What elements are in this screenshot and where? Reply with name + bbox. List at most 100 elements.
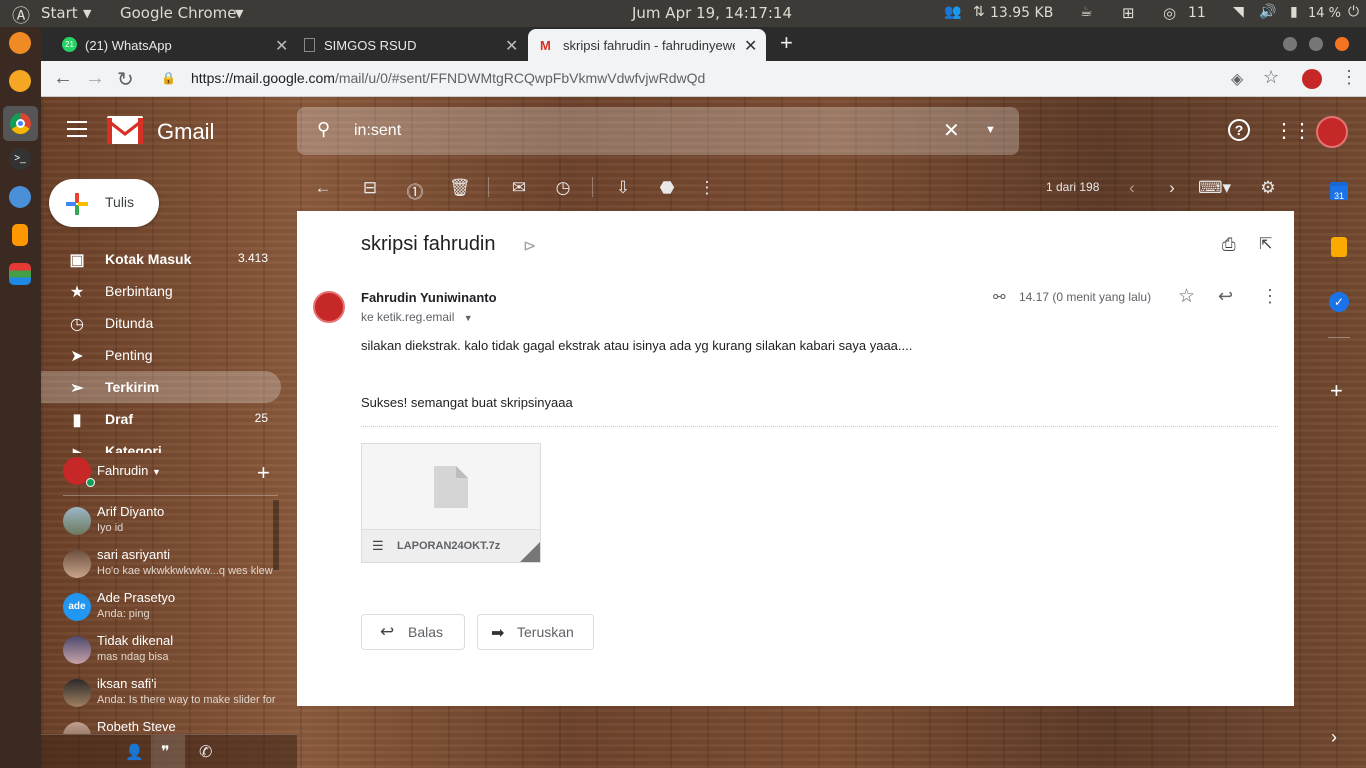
search-input[interactable]: in:sent: [354, 122, 401, 140]
tab-simgos[interactable]: SIMGOS RSUD ✕: [291, 29, 525, 61]
newer-icon[interactable]: ‹: [1122, 178, 1142, 197]
contact-item[interactable]: Robeth Steve: [63, 718, 278, 734]
clock-icon: ◷: [70, 316, 84, 333]
chevron-down-icon[interactable]: ▼: [152, 467, 161, 477]
print-icon[interactable]: ⎙: [1222, 235, 1236, 255]
back-to-list-icon[interactable]: ←: [313, 178, 333, 197]
forward-button[interactable]: ➡ Teruskan: [477, 614, 594, 650]
sidebar-item-categories[interactable]: ▸ Kategori: [41, 435, 281, 453]
contact-item[interactable]: sari asriyanti Ho'o kae wkwkkwkwkw...q w…: [63, 546, 278, 589]
back-icon[interactable]: ←: [53, 67, 73, 90]
volume-icon[interactable]: 🔊: [1259, 4, 1276, 20]
bookmark-star-icon[interactable]: ☆: [1263, 67, 1279, 88]
sublime-icon[interactable]: [12, 224, 28, 246]
clear-search-icon[interactable]: ✕: [943, 118, 960, 143]
contact-item[interactable]: Arif Diyanto Iyo id: [63, 503, 278, 546]
search-bar[interactable]: ⚲ in:sent ✕ ▼: [297, 107, 1019, 155]
coffee-icon[interactable]: ☕: [1080, 4, 1093, 20]
contact-item[interactable]: Tidak dikenal mas ndag bisa: [63, 632, 278, 675]
input-tools-icon[interactable]: ⌨▾: [1198, 178, 1231, 197]
app-store-icon[interactable]: [9, 70, 31, 92]
keep-icon[interactable]: [1331, 237, 1347, 257]
settings-gear-icon[interactable]: ⚙: [1258, 178, 1278, 197]
mark-unread-icon[interactable]: ✉: [509, 178, 529, 197]
users-icon: 👥: [944, 4, 962, 20]
minimize-icon[interactable]: [1283, 37, 1297, 51]
label-icon[interactable]: ⬣: [657, 178, 677, 197]
report-spam-icon[interactable]: ⓵: [405, 178, 425, 202]
move-to-icon[interactable]: ⇩: [613, 178, 633, 197]
layers-icon[interactable]: [9, 263, 31, 285]
contact-item[interactable]: iksan safi'i Anda: Is there way to make …: [63, 675, 278, 718]
files-icon[interactable]: [9, 32, 31, 54]
start-menu-label[interactable]: Start: [41, 4, 78, 22]
more-options-icon[interactable]: ⋮: [1261, 286, 1279, 307]
delete-icon[interactable]: 🗑: [449, 178, 471, 197]
chrome-launcher-item[interactable]: [3, 106, 38, 141]
extension-icon[interactable]: ◈: [1231, 69, 1243, 89]
main-menu-icon[interactable]: [67, 121, 87, 137]
add-addon-icon[interactable]: +: [1330, 378, 1343, 404]
sender-name[interactable]: Fahrudin Yuniwinanto: [361, 290, 497, 305]
help-icon[interactable]: ?: [1228, 119, 1250, 141]
reply-icon[interactable]: ↩: [1218, 286, 1233, 307]
new-conversation-icon[interactable]: +: [257, 460, 270, 486]
more-actions-icon[interactable]: ⋮: [697, 178, 717, 197]
open-new-window-icon[interactable]: ⇱: [1259, 234, 1272, 254]
tab-whatsapp[interactable]: 21 (21) WhatsApp ✕: [49, 29, 289, 61]
tab-gmail[interactable]: M skripsi fahrudin - fahrudinyewe( ✕: [528, 29, 766, 61]
snooze-icon[interactable]: ◷: [553, 178, 573, 197]
menu-more-icon[interactable]: ⋮: [1340, 67, 1358, 88]
new-tab-icon[interactable]: +: [780, 30, 793, 56]
sidebar-item-drafts[interactable]: ▮ Draf 25: [41, 403, 281, 435]
battery-icon[interactable]: ▮: [1290, 4, 1298, 20]
older-icon[interactable]: ›: [1162, 178, 1182, 197]
sidebar-item-important[interactable]: ➤ Penting: [41, 339, 281, 371]
close-icon[interactable]: ✕: [744, 36, 757, 56]
close-icon[interactable]: ✕: [505, 36, 518, 56]
chevron-down-icon[interactable]: ▼: [464, 313, 473, 323]
importance-marker-icon[interactable]: ⊳: [523, 236, 536, 256]
close-icon[interactable]: ✕: [275, 36, 288, 56]
recipient-line[interactable]: ke ketik.reg.email ▼: [361, 310, 473, 324]
window-close-icon[interactable]: [1335, 37, 1349, 51]
active-app-label[interactable]: Google Chrome: [120, 4, 237, 22]
reload-icon[interactable]: ↻: [117, 67, 134, 92]
search-options-icon[interactable]: ▼: [985, 124, 996, 136]
notification-icon[interactable]: ◎: [1163, 4, 1176, 22]
compose-button[interactable]: Tulis: [49, 179, 159, 227]
contacts-person-icon[interactable]: 👤: [125, 743, 144, 761]
url-field[interactable]: https://mail.google.com/mail/u/0/#sent/F…: [191, 70, 705, 86]
search-icon[interactable]: ⚲: [317, 119, 330, 140]
expand-panel-icon[interactable]: ›: [1331, 727, 1337, 748]
whatsapp-icon: 21: [62, 37, 77, 52]
sidebar-item-snoozed[interactable]: ◷ Ditunda: [41, 307, 281, 339]
grid-icon[interactable]: ⊞: [1122, 4, 1135, 22]
wifi-icon[interactable]: ◥: [1233, 4, 1244, 20]
terminal-icon[interactable]: >_: [9, 148, 31, 170]
tasks-icon[interactable]: ✓: [1329, 292, 1349, 312]
phone-icon[interactable]: ✆: [199, 742, 212, 762]
sender-avatar[interactable]: [313, 291, 345, 323]
reply-button[interactable]: ↩ Balas: [361, 614, 465, 650]
chrome-icon: [10, 113, 31, 134]
tab-label: SIMGOS RSUD: [324, 38, 417, 53]
profile-avatar[interactable]: [1302, 69, 1322, 89]
app-icon[interactable]: [9, 186, 31, 208]
gmail-logo-icon[interactable]: [107, 116, 143, 144]
attachment-card[interactable]: ☰ LAPORAN24OKT.7z: [361, 443, 541, 563]
forward-icon[interactable]: →: [85, 67, 105, 90]
archive-icon[interactable]: ⊟: [360, 178, 380, 197]
contact-item[interactable]: ade Ade Prasetyo Anda: ping: [63, 589, 278, 632]
sidebar-item-sent[interactable]: ➢ Terkirim: [41, 371, 281, 403]
power-icon[interactable]: ⏻: [1348, 4, 1359, 20]
calendar-icon[interactable]: 31: [1330, 182, 1348, 201]
sidebar-item-starred[interactable]: ★ Berbintang: [41, 275, 281, 307]
maximize-icon[interactable]: [1309, 37, 1323, 51]
star-icon[interactable]: ☆: [1178, 285, 1195, 308]
start-logo-icon[interactable]: Ⓐ: [12, 2, 30, 28]
hangouts-user-name[interactable]: Fahrudin: [97, 463, 148, 478]
clock[interactable]: Jum Apr 19, 14:17:14: [632, 4, 792, 22]
account-avatar[interactable]: [1316, 116, 1348, 148]
sidebar-item-inbox[interactable]: ▣ Kotak Masuk 3.413: [41, 243, 281, 275]
